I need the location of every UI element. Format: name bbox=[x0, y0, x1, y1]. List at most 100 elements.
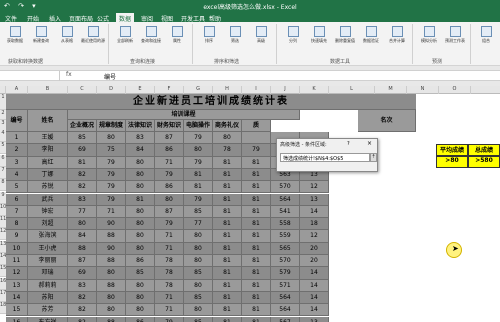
cell-score[interactable]: 14 bbox=[300, 267, 329, 280]
cell-score[interactable]: 81 bbox=[213, 181, 242, 194]
cell-score[interactable]: 85 bbox=[68, 132, 97, 145]
cell-score[interactable]: 81 bbox=[242, 255, 271, 268]
column-header[interactable]: E bbox=[126, 86, 155, 94]
refresh-all-button[interactable]: 全部刷新 bbox=[112, 26, 138, 44]
cell-score[interactable]: 81 bbox=[242, 242, 271, 255]
cell-score[interactable]: 570 bbox=[271, 255, 300, 268]
tab-page-layout[interactable]: 页面布局 bbox=[66, 13, 96, 23]
header-course[interactable]: 商务礼仪 bbox=[213, 120, 242, 132]
cell-score[interactable]: 81 bbox=[242, 279, 271, 292]
cell-score[interactable]: 81 bbox=[213, 205, 242, 219]
cell-id[interactable]: 2 bbox=[6, 144, 28, 157]
cell-score[interactable]: 69 bbox=[68, 144, 97, 157]
cell-score[interactable]: 86 bbox=[126, 316, 155, 322]
cell-score[interactable]: 79 bbox=[97, 156, 126, 169]
criteria-header-total[interactable]: 总成绩 bbox=[468, 144, 500, 156]
cell-score[interactable]: 88 bbox=[97, 255, 126, 268]
cell-score[interactable]: 80 bbox=[97, 267, 126, 280]
cell-score[interactable]: 81 bbox=[213, 230, 242, 243]
properties-button[interactable]: 属性 bbox=[164, 26, 190, 44]
what-if-button[interactable]: 模拟分析 bbox=[416, 26, 442, 44]
cell-score[interactable]: 82 bbox=[68, 181, 97, 194]
advanced-filter-button[interactable]: 高级 bbox=[248, 26, 274, 44]
cell-score[interactable]: 86 bbox=[126, 255, 155, 268]
cell-score[interactable]: 85 bbox=[184, 316, 213, 322]
outline-button[interactable]: 组合 bbox=[473, 26, 499, 44]
cell-score[interactable]: 79 bbox=[97, 168, 126, 182]
cell-score[interactable]: 14 bbox=[300, 279, 329, 292]
cell-score[interactable]: 75 bbox=[97, 144, 126, 157]
flash-fill-button[interactable]: 快速填充 bbox=[306, 26, 332, 44]
cell-score[interactable]: 83 bbox=[68, 193, 97, 206]
cell-score[interactable]: 80 bbox=[126, 181, 155, 194]
cell-score[interactable] bbox=[242, 132, 271, 145]
cell-score[interactable]: 81 bbox=[242, 181, 271, 194]
cell-score[interactable]: 79 bbox=[242, 144, 271, 157]
cell-score[interactable]: 80 bbox=[184, 242, 213, 255]
cell-score[interactable]: 81 bbox=[242, 168, 271, 182]
fx-icon[interactable]: fx bbox=[66, 71, 72, 78]
column-header[interactable]: F bbox=[155, 86, 184, 94]
cell-score[interactable]: 80 bbox=[126, 205, 155, 219]
cell-score[interactable]: 81 bbox=[242, 316, 271, 322]
consolidate-button[interactable]: 合并计算 bbox=[384, 26, 410, 44]
cell-score[interactable]: 81 bbox=[213, 168, 242, 182]
cell-score[interactable]: 80 bbox=[184, 230, 213, 243]
header-course[interactable]: 规章制度 bbox=[97, 120, 126, 132]
criteria-range-input[interactable]: 筛选成绩统计!$N$4:$O$5 bbox=[280, 153, 370, 162]
cell-score[interactable]: 79 bbox=[97, 193, 126, 206]
cell-id[interactable]: 12 bbox=[6, 267, 28, 280]
cell-score[interactable]: 81 bbox=[213, 218, 242, 231]
cell-id[interactable]: 3 bbox=[6, 156, 28, 169]
cell-score[interactable]: 85 bbox=[184, 291, 213, 305]
forecast-sheet-button[interactable]: 预测工作表 bbox=[442, 26, 468, 44]
cell-id[interactable]: 14 bbox=[6, 291, 28, 305]
cell-score[interactable]: 80 bbox=[97, 132, 126, 145]
cell-score[interactable]: 88 bbox=[97, 230, 126, 243]
cell-score[interactable]: 81 bbox=[242, 291, 271, 305]
cell-score[interactable]: 81 bbox=[242, 193, 271, 206]
cell-score[interactable]: 80 bbox=[126, 218, 155, 231]
tab-view[interactable]: 视图 bbox=[158, 13, 176, 23]
header-id[interactable]: 编号 bbox=[6, 110, 28, 132]
header-course[interactable]: 电脑操作 bbox=[184, 120, 213, 132]
tab-data[interactable]: 数据 bbox=[116, 13, 135, 23]
get-data-button[interactable]: 获取数据 bbox=[2, 26, 28, 44]
cell-score[interactable]: 570 bbox=[271, 181, 300, 194]
cell-name[interactable]: 邓瑞 bbox=[28, 267, 68, 280]
cell-score[interactable]: 84 bbox=[126, 144, 155, 157]
cell-score[interactable]: 71 bbox=[155, 230, 184, 243]
cell-score[interactable]: 83 bbox=[68, 279, 97, 292]
cell-name[interactable]: 高红 bbox=[28, 156, 68, 169]
cell-name[interactable]: 张海滨 bbox=[28, 230, 68, 243]
cell-score[interactable]: 564 bbox=[271, 291, 300, 305]
cell-score[interactable]: 565 bbox=[271, 242, 300, 255]
cell-score[interactable]: 86 bbox=[155, 144, 184, 157]
cell-name[interactable]: 李阳 bbox=[28, 144, 68, 157]
tab-file[interactable]: 文件 bbox=[2, 13, 20, 23]
column-header[interactable]: A bbox=[6, 86, 28, 94]
formula-input[interactable]: 编号 bbox=[104, 72, 116, 81]
cell-score[interactable]: 12 bbox=[300, 181, 329, 194]
cell-score[interactable]: 80 bbox=[126, 156, 155, 169]
cell-name[interactable]: 郝莉莉 bbox=[28, 279, 68, 292]
tab-help[interactable]: 帮助 bbox=[206, 13, 224, 23]
cell-score[interactable]: 71 bbox=[97, 205, 126, 219]
column-header[interactable]: J bbox=[271, 86, 300, 94]
cell-id[interactable]: 1 bbox=[6, 132, 28, 145]
cell-score[interactable]: 80 bbox=[126, 242, 155, 255]
cell-name[interactable]: 刘超 bbox=[28, 218, 68, 231]
cell-score[interactable]: 14 bbox=[300, 205, 329, 219]
cell-score[interactable]: 81 bbox=[184, 168, 213, 182]
header-course[interactable]: 法律知识 bbox=[126, 120, 155, 132]
tab-insert[interactable]: 插入 bbox=[46, 13, 64, 23]
cell-id[interactable]: 15 bbox=[6, 304, 28, 317]
cell-score[interactable]: 564 bbox=[271, 193, 300, 206]
cell-score[interactable]: 564 bbox=[271, 304, 300, 317]
cell-score[interactable]: 81 bbox=[213, 304, 242, 317]
criteria-value-total[interactable]: >580 bbox=[468, 156, 500, 168]
help-icon[interactable]: ? bbox=[347, 141, 350, 147]
column-header[interactable]: O bbox=[439, 86, 471, 94]
header-name[interactable]: 姓名 bbox=[28, 110, 68, 132]
cell-score[interactable]: 79 bbox=[155, 218, 184, 231]
